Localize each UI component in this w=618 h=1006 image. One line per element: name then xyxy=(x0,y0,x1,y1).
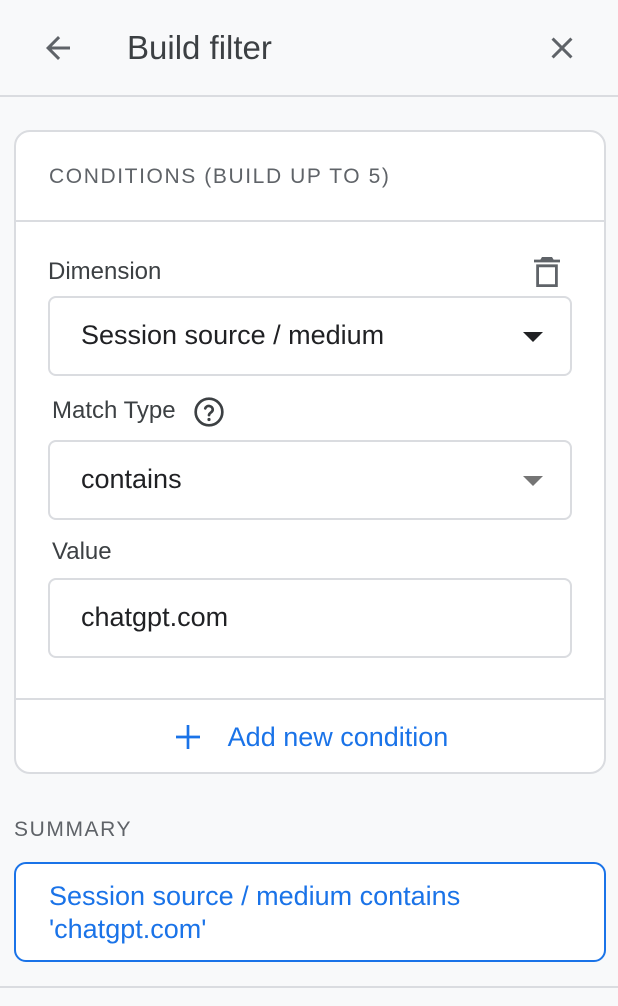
plus-icon xyxy=(175,725,200,749)
page-title: Build filter xyxy=(127,29,272,66)
back-button[interactable] xyxy=(36,26,80,70)
conditions-heading: CONDITIONS (BUILD UP TO 5) xyxy=(49,165,391,188)
delete-condition-button[interactable] xyxy=(533,256,561,288)
conditions-card: CONDITIONS (BUILD UP TO 5) Dimension Ses… xyxy=(14,130,606,774)
chevron-down-icon xyxy=(523,476,543,486)
match-type-label: Match Type xyxy=(52,397,176,424)
match-type-select[interactable]: contains xyxy=(48,440,572,520)
arrow-back-icon xyxy=(46,36,70,60)
divider xyxy=(0,986,618,988)
dimension-value: Session source / medium xyxy=(81,320,385,350)
match-type-value: contains xyxy=(81,464,182,494)
chevron-down-icon xyxy=(523,332,543,342)
value-label: Value xyxy=(52,538,112,565)
conditions-header: CONDITIONS (BUILD UP TO 5) xyxy=(16,132,604,222)
dimension-select[interactable]: Session source / medium xyxy=(48,296,572,376)
dimension-label: Dimension xyxy=(48,258,162,285)
summary-label: SUMMARY xyxy=(14,818,133,841)
help-button[interactable] xyxy=(193,396,225,428)
value-text: chatgpt.com xyxy=(81,602,229,632)
add-condition-button[interactable]: Add new condition xyxy=(16,698,604,774)
value-input[interactable]: chatgpt.com xyxy=(48,578,572,658)
summary-text: Session source / medium contains 'chatgp… xyxy=(49,881,461,944)
close-icon xyxy=(551,37,573,59)
summary-box: Session source / medium contains 'chatgp… xyxy=(14,862,606,962)
trash-icon xyxy=(534,257,560,287)
help-circle-icon xyxy=(194,397,224,427)
add-condition-label: Add new condition xyxy=(227,721,449,752)
close-button[interactable] xyxy=(540,26,584,70)
panel-header: Build filter xyxy=(0,0,618,97)
